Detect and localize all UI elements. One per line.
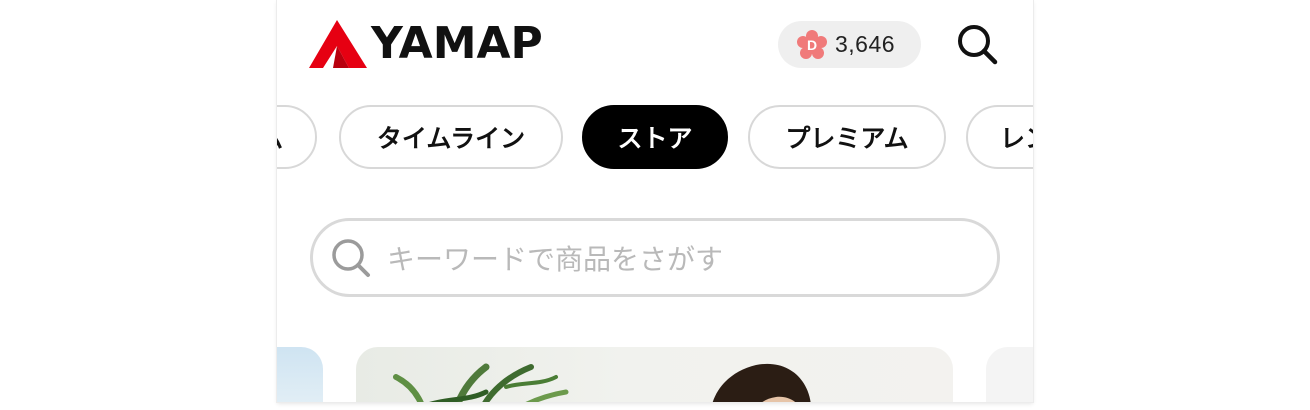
header-search-button[interactable] (955, 22, 999, 66)
logo-text: YAMAP (371, 18, 543, 69)
search-placeholder: キーワードで商品をさがす (387, 242, 724, 276)
banner-card-right[interactable] (986, 347, 1033, 402)
tab-label: ストア (617, 124, 693, 153)
banner-image (393, 363, 811, 402)
points-pill[interactable]: D 3,646 (778, 21, 921, 68)
banner-card-left[interactable] (277, 347, 323, 402)
category-tabs: ム タイムライン ストア プレミアム レン (277, 105, 1033, 169)
search-icon (958, 25, 998, 65)
tab-timeline[interactable]: タイムライン (339, 105, 563, 169)
points-badge-letter: D (807, 37, 817, 53)
tab-label: ム (277, 119, 283, 155)
domo-points-icon: D (797, 29, 827, 59)
tab-partial-right[interactable]: レン (966, 105, 1033, 169)
tab-label: プレミアム (785, 124, 909, 153)
tab-store[interactable]: ストア (582, 105, 728, 169)
banner-card-main[interactable] (356, 347, 953, 402)
product-search-input[interactable]: キーワードで商品をさがす (310, 218, 1000, 297)
search-icon (332, 238, 370, 277)
app-screen: YAMAP D 3,646 ム タイムライン (277, 0, 1033, 402)
yamap-logo[interactable]: YAMAP (309, 20, 543, 68)
mountain-logo-icon (309, 20, 367, 68)
tab-label: レン (1000, 124, 1033, 153)
tab-premium[interactable]: プレミアム (748, 105, 946, 169)
tab-label: タイムライン (376, 124, 526, 153)
tab-partial-left[interactable]: ム (277, 105, 317, 169)
points-value: 3,646 (835, 31, 896, 57)
